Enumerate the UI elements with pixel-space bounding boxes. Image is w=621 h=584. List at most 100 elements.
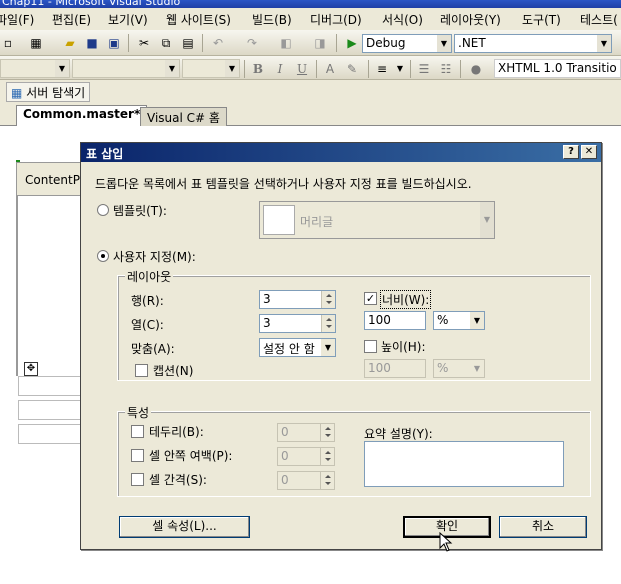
move-handle-icon[interactable]: ✥: [24, 362, 38, 376]
cut-icon[interactable]: ✂: [136, 35, 152, 51]
caption-label: 캡션(N): [153, 364, 194, 378]
table-cell[interactable]: [18, 424, 88, 444]
spacing-stepper[interactable]: 0: [277, 471, 335, 490]
italic-icon[interactable]: I: [272, 61, 288, 77]
menu-build[interactable]: 빌드(B): [252, 11, 292, 28]
rows-stepper[interactable]: 3: [259, 290, 336, 309]
menu-website[interactable]: 웹 사이트(S): [166, 11, 231, 28]
content-placeholder-label: ContentP: [25, 173, 80, 187]
solution-config-select[interactable]: Debug ▼: [362, 34, 452, 53]
cols-value: 3: [263, 316, 271, 330]
window-title: Chap11 - Microsoft Visual Studio: [2, 0, 181, 8]
close-icon[interactable]: ✕: [581, 145, 597, 159]
border-checkbox[interactable]: [131, 425, 144, 438]
start-debug-icon[interactable]: ▶: [344, 35, 360, 51]
border-label: 테두리(B):: [149, 425, 204, 439]
platform-select[interactable]: .NET ▼: [454, 34, 612, 53]
cancel-button[interactable]: 취소: [499, 516, 587, 538]
copy-icon[interactable]: ⧉: [158, 35, 174, 51]
table-cell[interactable]: [18, 376, 88, 396]
menu-edit[interactable]: 편집(E): [52, 11, 91, 28]
content-border: [16, 196, 18, 376]
open-folder-icon[interactable]: ▰: [62, 35, 78, 51]
server-explorer-button[interactable]: ▦ 서버 탐색기: [6, 82, 91, 102]
spin-icon[interactable]: [320, 424, 334, 441]
rows-label: 행(R):: [131, 294, 164, 308]
width-input[interactable]: 100: [364, 311, 426, 330]
tab-label: Visual C# 홈: [147, 111, 220, 125]
height-checkbox[interactable]: [364, 340, 377, 353]
menu-file[interactable]: 파일(F): [0, 11, 34, 28]
save-all-icon[interactable]: ▣: [106, 35, 122, 51]
cell-properties-button[interactable]: 셀 속성(L)...: [119, 516, 250, 538]
template-preview-icon: [263, 205, 295, 235]
menu-tools[interactable]: 도구(T): [522, 11, 561, 28]
validation-icon[interactable]: ●: [468, 61, 484, 77]
menu-format[interactable]: 서식(O): [382, 11, 423, 28]
padding-value: 0: [281, 449, 289, 463]
server-explorer-label: 서버 탐색기: [26, 86, 86, 100]
spin-icon[interactable]: [321, 291, 335, 308]
bold-icon[interactable]: B: [250, 61, 266, 77]
spin-icon[interactable]: [320, 472, 334, 489]
add-project-icon[interactable]: ▫: [0, 35, 16, 51]
paste-icon[interactable]: ▤: [180, 35, 196, 51]
padding-stepper[interactable]: 0: [277, 447, 335, 466]
width-label: 너비(W):: [380, 290, 432, 309]
menu-view[interactable]: 보기(V): [108, 11, 148, 28]
table-cell[interactable]: [18, 400, 88, 420]
explorer-bar: ▦ 서버 탐색기: [0, 80, 621, 104]
spacing-value: 0: [281, 473, 289, 487]
caption-checkbox[interactable]: [135, 364, 148, 377]
align-label: 맞춤(A):: [131, 342, 175, 356]
template-select[interactable]: 머리글 ▼: [259, 201, 495, 239]
border-stepper[interactable]: 0: [277, 423, 335, 442]
chevron-down-icon[interactable]: ▼: [392, 61, 408, 77]
help-button[interactable]: ?: [563, 145, 579, 159]
menu-test[interactable]: 테스트(: [580, 11, 618, 28]
numbered-list-icon[interactable]: ☷: [438, 61, 454, 77]
highlight-icon[interactable]: ✎: [344, 61, 360, 77]
spin-icon[interactable]: [320, 448, 334, 465]
align-icon[interactable]: ≡: [374, 61, 390, 77]
height-unit-select[interactable]: % ▼: [433, 359, 485, 378]
navigate-back-icon[interactable]: ◧: [278, 35, 294, 51]
mouse-cursor-icon: [439, 532, 453, 552]
chevron-down-icon: ▼: [470, 312, 484, 329]
tab-visual-csharp-home[interactable]: Visual C# 홈: [140, 107, 227, 126]
chevron-down-icon: ▼: [225, 60, 239, 77]
spin-icon[interactable]: [321, 315, 335, 332]
align-select[interactable]: 설정 안 함 ▼: [259, 338, 336, 357]
padding-checkbox[interactable]: [131, 449, 144, 462]
chevron-down-icon: ▼: [480, 202, 494, 238]
width-unit-select[interactable]: % ▼: [433, 311, 485, 330]
height-input[interactable]: 100: [364, 359, 426, 378]
add-item-icon[interactable]: ▦: [28, 35, 44, 51]
save-icon[interactable]: ■: [84, 35, 100, 51]
template-radio[interactable]: [97, 204, 109, 216]
tab-label: Common.master*: [23, 107, 141, 121]
custom-radio[interactable]: [97, 250, 109, 262]
spacing-checkbox[interactable]: [131, 473, 144, 486]
navigate-forward-icon[interactable]: ◨: [312, 35, 328, 51]
menu-layout[interactable]: 레이아웃(Y): [440, 11, 501, 28]
block-format-select[interactable]: ▼: [0, 59, 70, 78]
undo-icon[interactable]: ↶: [210, 35, 226, 51]
underline-icon[interactable]: U: [294, 61, 310, 77]
summary-textarea[interactable]: [364, 441, 564, 487]
font-name-select[interactable]: ▼: [72, 59, 180, 78]
cols-label: 열(C):: [131, 318, 164, 332]
chevron-down-icon: ▼: [597, 35, 611, 52]
doctype-select[interactable]: XHTML 1.0 Transitio: [494, 59, 621, 78]
bullet-list-icon[interactable]: ☰: [416, 61, 432, 77]
font-size-select[interactable]: ▼: [182, 59, 240, 78]
solution-config-value: Debug: [366, 36, 406, 50]
font-color-icon[interactable]: A: [322, 61, 338, 77]
redo-icon[interactable]: ↷: [244, 35, 260, 51]
cols-stepper[interactable]: 3: [259, 314, 336, 333]
width-value: 100: [368, 313, 391, 327]
width-checkbox[interactable]: ✓: [364, 292, 377, 305]
menu-debug[interactable]: 디버그(D): [310, 11, 362, 28]
tab-common-master[interactable]: Common.master*: [16, 105, 148, 126]
formatting-toolbar: ▼ ▼ ▼ B I U A ✎ ≡ ▼ ☰ ☷ ● XHTML 1.0 Tran…: [0, 56, 621, 80]
